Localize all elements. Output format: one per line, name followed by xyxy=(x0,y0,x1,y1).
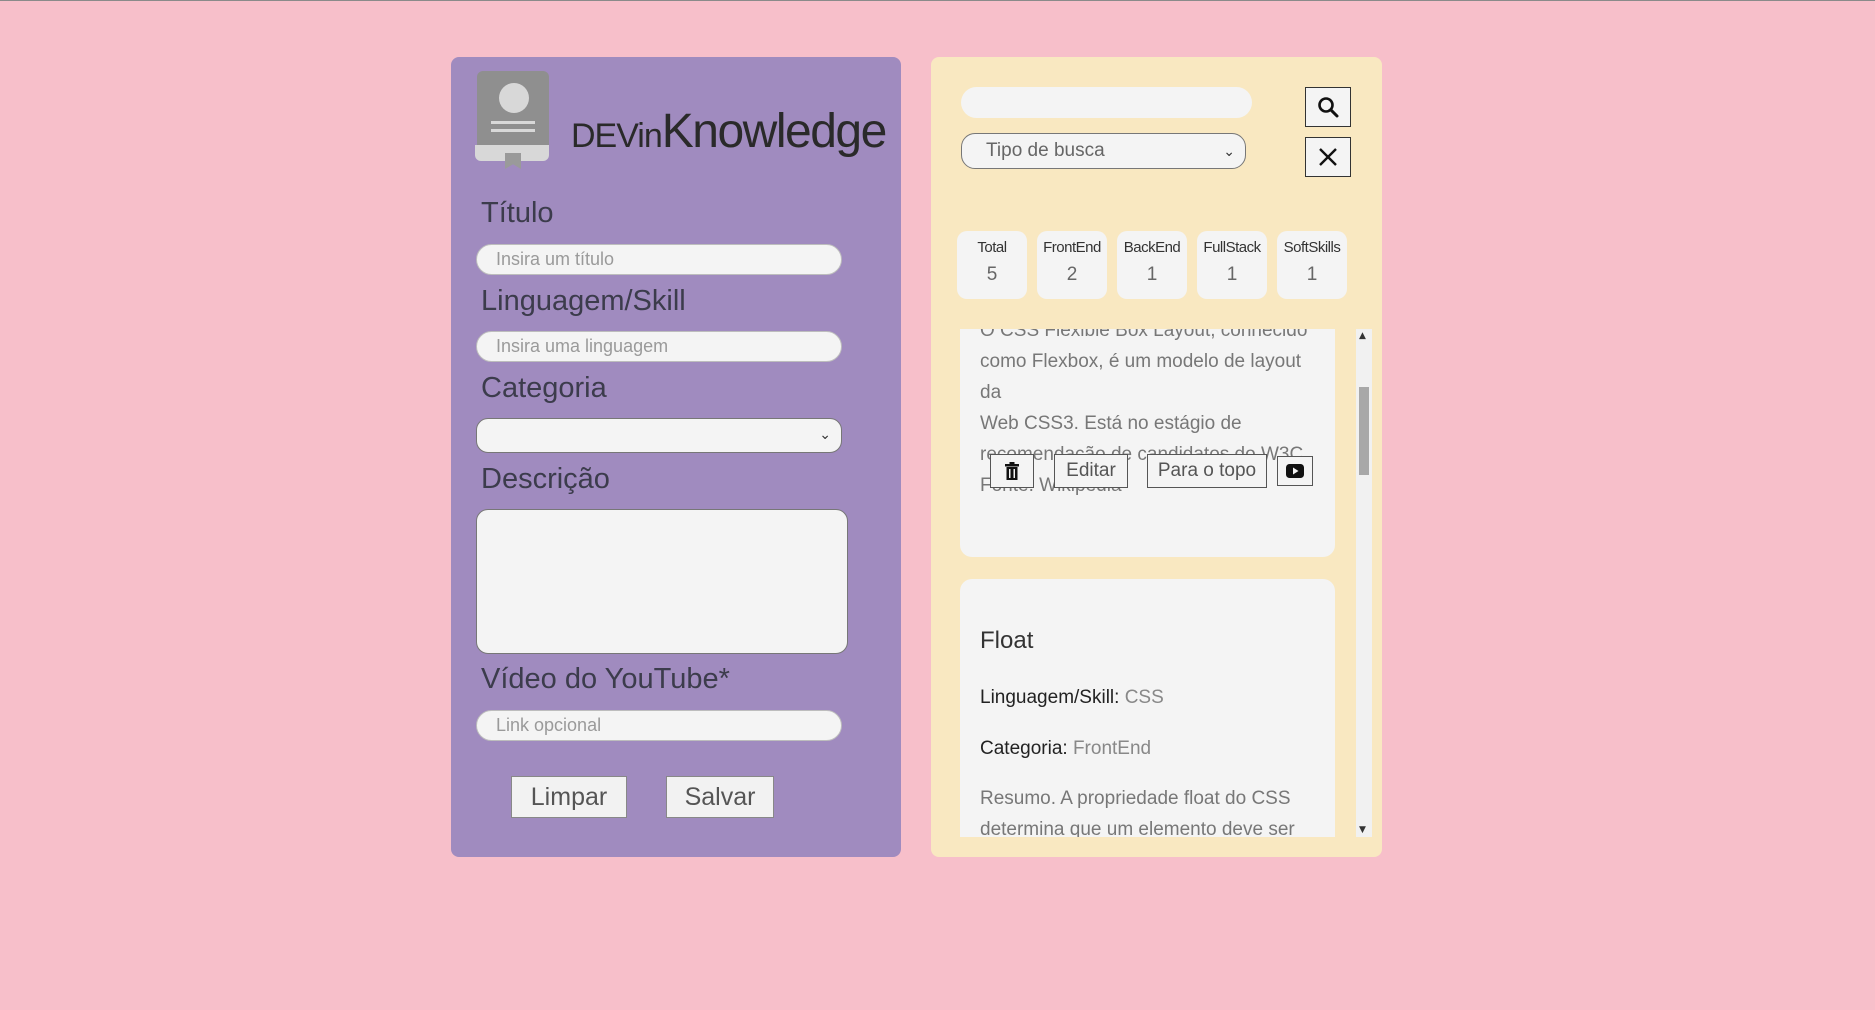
stat-value: 2 xyxy=(1066,264,1078,285)
language-input[interactable]: Insira uma linguagem xyxy=(476,331,842,362)
stat-name: BackEnd xyxy=(1123,239,1181,256)
stat-name: FrontEnd xyxy=(1043,239,1101,256)
search-type-select[interactable]: Tipo de busca ⌄ xyxy=(961,133,1246,169)
video-label: Vídeo do YouTube* xyxy=(481,663,730,695)
scrollbar-thumb[interactable] xyxy=(1359,387,1369,475)
app-title: DEVinKnowledge xyxy=(571,104,888,159)
description-textarea[interactable] xyxy=(476,509,848,654)
tip-card: O CSS Flexible Box Layout, conhecido com… xyxy=(960,329,1335,557)
language-label: Linguagem/Skill xyxy=(481,285,686,317)
youtube-button[interactable] xyxy=(1277,456,1313,486)
tip-description-line: Resumo. A propriedade float do CSS xyxy=(980,788,1291,809)
stat-name: SoftSkills xyxy=(1283,239,1341,256)
video-input-placeholder: Link opcional xyxy=(496,715,602,735)
tip-title: Float xyxy=(980,627,1034,654)
stat-name: Total xyxy=(977,239,1007,256)
search-type-placeholder: Tipo de busca xyxy=(986,140,1105,161)
stat-value: 1 xyxy=(1306,264,1318,285)
tips-list[interactable]: O CSS Flexible Box Layout, conhecido com… xyxy=(931,329,1382,837)
tip-category: Categoria: FrontEnd xyxy=(980,738,1151,760)
tips-list-scrollbar[interactable]: ▲ ▼ xyxy=(1356,329,1372,837)
search-icon xyxy=(1318,97,1339,118)
stat-softskills: SoftSkills 1 xyxy=(1277,231,1347,299)
youtube-icon xyxy=(1286,464,1304,478)
search-button[interactable] xyxy=(1305,87,1351,127)
tip-description-line: determina que um elemento deve ser xyxy=(980,819,1295,837)
category-select[interactable]: ⌄ xyxy=(476,418,842,453)
trash-icon xyxy=(1005,462,1019,480)
video-input[interactable]: Link opcional xyxy=(476,710,842,741)
chevron-down-icon: ⌄ xyxy=(1223,143,1235,159)
title-input[interactable]: Insira um título xyxy=(476,244,842,275)
stat-name: FullStack xyxy=(1203,239,1261,256)
stat-value: 1 xyxy=(1146,264,1158,285)
tip-language: Linguagem/Skill: CSS xyxy=(980,687,1164,709)
stat-value: 1 xyxy=(1226,264,1238,285)
save-button[interactable]: Salvar xyxy=(666,776,774,818)
tip-language-value: CSS xyxy=(1124,687,1164,708)
scroll-down-arrow-icon[interactable]: ▼ xyxy=(1359,825,1366,835)
clear-search-button[interactable] xyxy=(1305,137,1351,177)
stat-total: Total 5 xyxy=(957,231,1027,299)
tip-description: Resumo. A propriedade float do CSS deter… xyxy=(980,783,1325,837)
tip-card: Float Linguagem/Skill: CSS Categoria: Fr… xyxy=(960,579,1335,837)
edit-button[interactable]: Editar xyxy=(1054,454,1128,488)
stat-value: 5 xyxy=(986,264,998,285)
clear-button[interactable]: Limpar xyxy=(511,776,627,818)
close-icon xyxy=(1319,148,1337,166)
tip-category-key: Categoria: xyxy=(980,738,1068,759)
delete-button[interactable] xyxy=(990,454,1034,488)
category-stats: Total 5 FrontEnd 2 BackEnd 1 FullStack 1… xyxy=(957,231,1347,299)
tip-description-line: Web CSS3. Está no estágio de xyxy=(980,413,1242,434)
title-label: Título xyxy=(481,197,554,229)
tip-language-key: Linguagem/Skill: xyxy=(980,687,1120,708)
title-input-placeholder: Insira um título xyxy=(496,249,615,269)
language-input-placeholder: Insira uma linguagem xyxy=(496,336,669,356)
description-label: Descrição xyxy=(481,463,610,495)
knowledge-form-panel: DEVinKnowledge Título Insira um título L… xyxy=(451,57,901,857)
scroll-to-top-button[interactable]: Para o topo xyxy=(1147,454,1267,488)
knowledge-list-panel: Tipo de busca ⌄ Total 5 FrontEnd 2 BackE… xyxy=(931,57,1382,857)
search-input[interactable] xyxy=(961,87,1252,118)
stat-frontend: FrontEnd 2 xyxy=(1037,231,1107,299)
app-title-name: Knowledge xyxy=(661,104,888,158)
tip-category-value: FrontEnd xyxy=(1072,738,1152,759)
stat-backend: BackEnd 1 xyxy=(1117,231,1187,299)
scroll-up-arrow-icon[interactable]: ▲ xyxy=(1359,331,1366,341)
stat-fullstack: FullStack 1 xyxy=(1197,231,1267,299)
app-title-prefix: DEVin xyxy=(571,116,663,155)
tip-description-line: O CSS Flexible Box Layout, conhecido xyxy=(980,329,1308,341)
book-logo-icon xyxy=(475,71,551,171)
brand: DEVinKnowledge xyxy=(475,71,888,171)
category-label: Categoria xyxy=(481,372,607,404)
chevron-down-icon: ⌄ xyxy=(819,427,831,443)
tip-description-line: como Flexbox, é um modelo de layout da xyxy=(980,351,1302,403)
